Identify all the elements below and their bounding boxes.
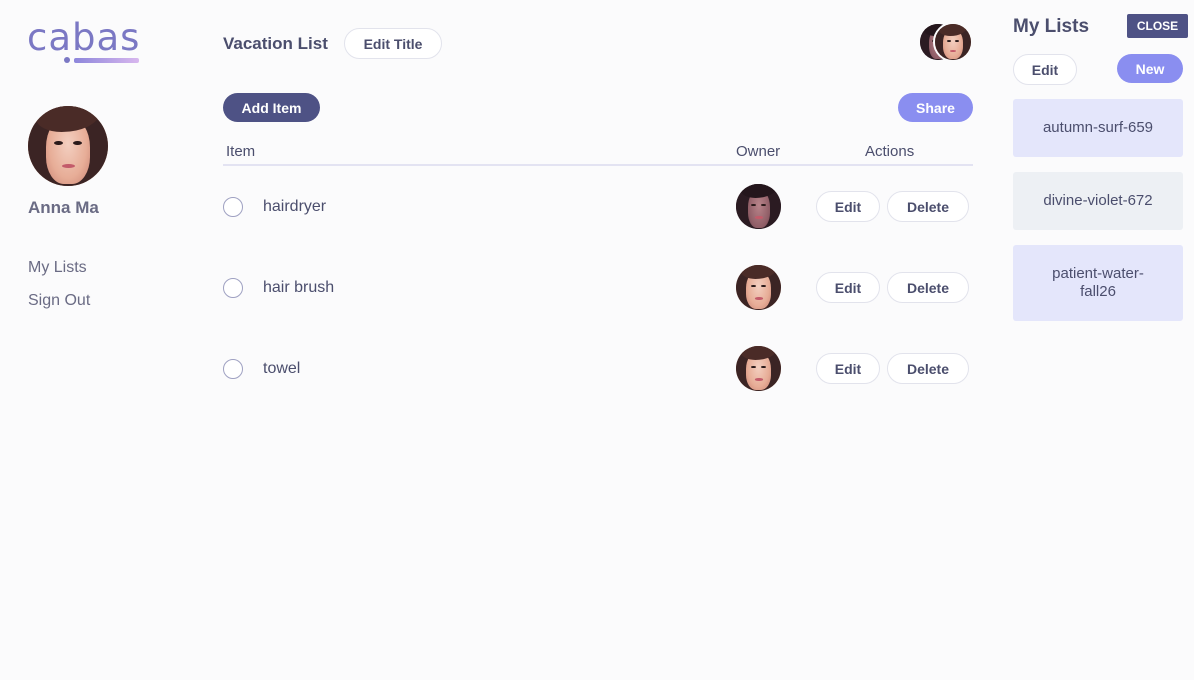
delete-item-button[interactable]: Delete — [887, 353, 969, 384]
share-button[interactable]: Share — [898, 93, 973, 122]
edit-title-button[interactable]: Edit Title — [344, 28, 442, 59]
item-name: hair brush — [263, 279, 335, 296]
edit-item-button[interactable]: Edit — [816, 353, 880, 384]
owner-avatar — [736, 184, 781, 229]
table-row: hair brush Edit Delete — [223, 247, 973, 328]
logo-dot — [64, 57, 70, 63]
column-header-owner: Owner — [736, 143, 781, 160]
owner-avatar — [736, 346, 781, 391]
item-table: hairdryer Edit Delete hair brush Edit De… — [223, 166, 973, 409]
avatar-face — [28, 106, 108, 186]
owner-avatar — [736, 265, 781, 310]
user-avatar — [28, 106, 108, 186]
column-header-actions: Actions — [865, 143, 915, 160]
new-list-button[interactable]: New — [1117, 54, 1183, 83]
list-card[interactable]: divine-violet-672 — [1013, 172, 1183, 230]
delete-item-button[interactable]: Delete — [887, 272, 969, 303]
edit-lists-button[interactable]: Edit — [1013, 54, 1077, 85]
list-card[interactable]: autumn-surf-659 — [1013, 99, 1183, 157]
item-name: towel — [263, 360, 301, 377]
cabas-logo[interactable]: cabas — [27, 18, 140, 58]
close-button[interactable]: CLOSE — [1127, 14, 1188, 38]
sidebar-item-my-lists[interactable]: My Lists — [28, 258, 90, 277]
item-name: hairdryer — [263, 198, 327, 215]
item-checkbox[interactable] — [223, 197, 243, 217]
table-header: Item Owner Actions — [223, 142, 973, 166]
edit-item-button[interactable]: Edit — [816, 191, 880, 222]
collaborator-avatar — [933, 22, 973, 62]
list-card[interactable]: patient-water-fall26 — [1013, 245, 1183, 321]
table-row: towel Edit Delete — [223, 328, 973, 409]
table-row: hairdryer Edit Delete — [223, 166, 973, 247]
item-checkbox[interactable] — [223, 278, 243, 298]
collaborator-avatars[interactable] — [918, 22, 974, 64]
logo-underline — [74, 58, 139, 63]
my-lists-title: My Lists — [1013, 16, 1090, 37]
item-checkbox[interactable] — [223, 359, 243, 379]
sidebar-item-sign-out[interactable]: Sign Out — [28, 291, 90, 310]
delete-item-button[interactable]: Delete — [887, 191, 969, 222]
edit-item-button[interactable]: Edit — [816, 272, 880, 303]
user-name: Anna Ma — [28, 198, 99, 217]
list-title: Vacation List — [223, 34, 328, 53]
app-root: cabas Anna Ma My Lists Sign Out Vacation… — [0, 0, 1194, 680]
column-header-item: Item — [226, 143, 256, 160]
add-item-button[interactable]: Add Item — [223, 93, 320, 122]
sidebar-nav: My Lists Sign Out — [28, 258, 90, 324]
